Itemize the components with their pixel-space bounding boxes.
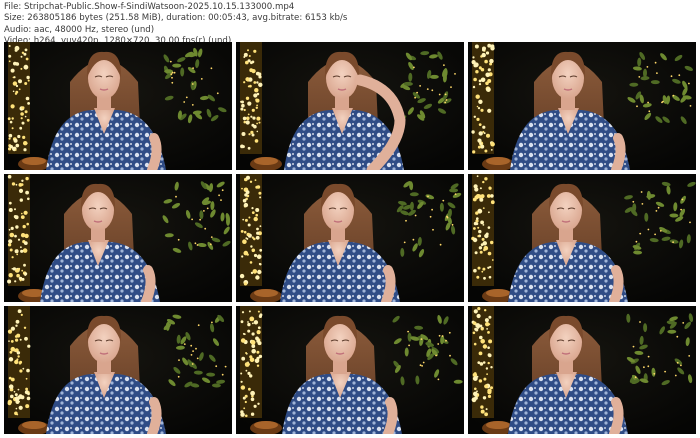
video-thumbnail (4, 306, 232, 434)
file-name-line: File: Stripchat-Public.Show-f-SindiWatso… (4, 2, 295, 12)
video-thumbnail (4, 174, 232, 302)
thumbnail-scene (4, 174, 232, 302)
thumbnail-scene (236, 174, 464, 302)
thumbnail-scene (4, 306, 232, 434)
video-thumbnail (236, 306, 464, 434)
file-info-header: File: Stripchat-Public.Show-f-SindiWatso… (4, 2, 347, 48)
video-thumbnail (4, 42, 232, 170)
video-thumbnail (468, 306, 696, 434)
thumbnail-scene (468, 174, 696, 302)
thumbnail-scene (4, 42, 232, 170)
file-size-line: Size: 263805186 bytes (251.58 MiB), dura… (4, 13, 348, 24)
audio-info-line: Audio: aac, 48000 Hz, stereo (und) (4, 24, 155, 35)
thumbnail-scene (468, 306, 696, 434)
video-thumbnail (468, 42, 696, 170)
thumbnail-scene (468, 42, 696, 170)
thumbnail-grid (4, 42, 696, 435)
video-thumbnail (236, 42, 464, 170)
video-thumbnail (236, 174, 464, 302)
thumbnail-scene (236, 42, 464, 170)
video-thumbnail (468, 174, 696, 302)
thumbnail-scene (236, 306, 464, 434)
